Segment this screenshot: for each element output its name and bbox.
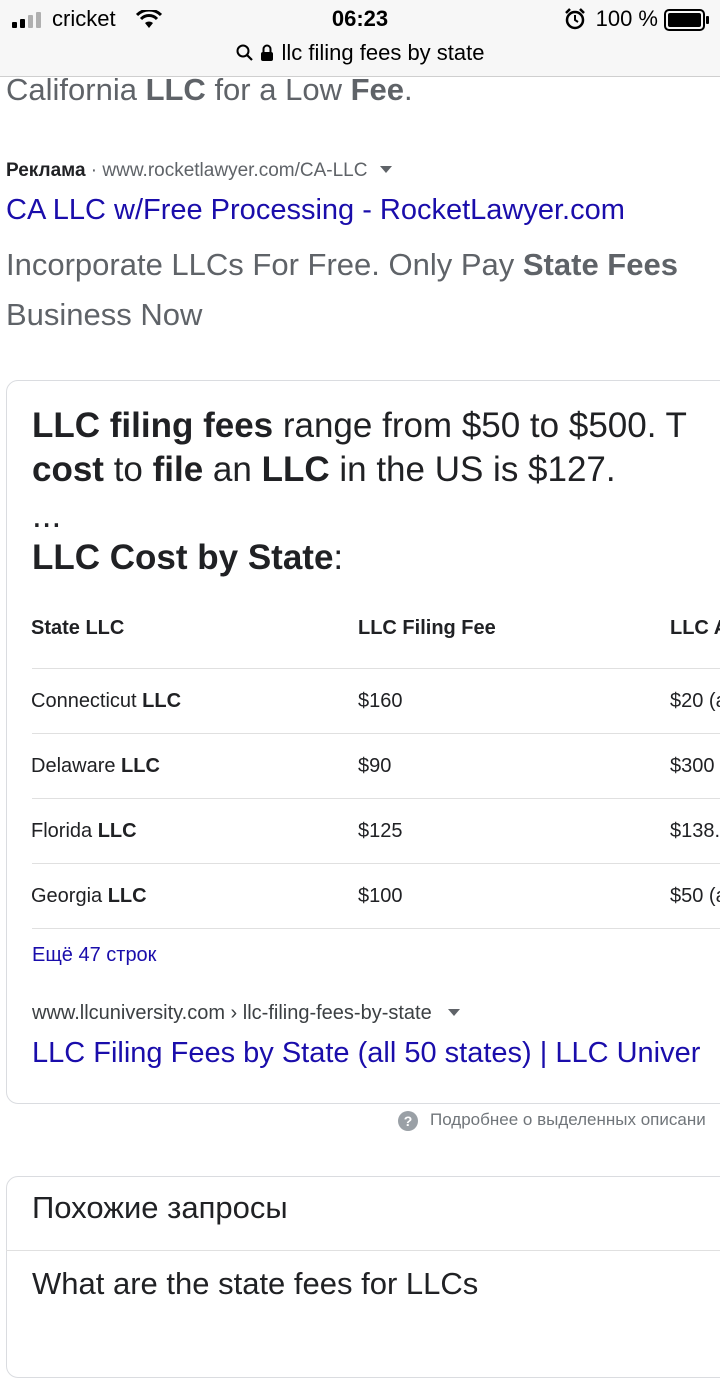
status-bar: cricket 06:23 100 % — [0, 0, 720, 40]
column-header-state: State LLC — [31, 617, 125, 639]
battery-icon — [664, 9, 709, 31]
table-row-fee: $100 — [358, 885, 403, 907]
table-row-state: Florida LLC — [31, 820, 137, 842]
ad-title-link[interactable]: CA LLC w/Free Processing - RocketLawyer.… — [6, 194, 625, 227]
table-row-state: Georgia LLC — [31, 885, 147, 907]
dropdown-arrow-icon[interactable] — [379, 165, 393, 175]
related-searches-title: Похожие запросы — [32, 1190, 288, 1225]
search-icon — [236, 44, 253, 61]
related-divider — [6, 1250, 720, 1251]
previous-result-snippet: California LLC for a Low Fee. — [6, 72, 413, 107]
ad-url[interactable]: www.rocketlawyer.com/CA-LLC — [102, 160, 367, 181]
table-row-fee: $160 — [358, 690, 403, 712]
more-rows-link[interactable]: Ещё 47 строк — [32, 944, 156, 967]
table-divider — [32, 928, 720, 929]
table-divider — [32, 798, 720, 799]
table-divider — [32, 863, 720, 864]
ad-header: Реклама · www.rocketlawyer.com/CA-LLC — [6, 160, 393, 182]
help-icon: ? — [398, 1110, 418, 1131]
table-row-fee: $125 — [358, 820, 403, 842]
about-featured-snippets[interactable]: ? Подробнее о выделенных описани — [398, 1110, 706, 1131]
lock-icon — [260, 44, 273, 61]
table-row-state: Connecticut LLC — [31, 690, 182, 712]
snippet-ellipsis: ... — [32, 496, 62, 535]
dropdown-arrow-icon[interactable] — [447, 1008, 461, 1018]
search-query: llc filing fees by state — [281, 40, 485, 65]
table-divider — [32, 733, 720, 734]
battery-percentage: 100 % — [595, 6, 658, 31]
table-row-state: Delaware LLC — [31, 755, 160, 777]
result-title-link[interactable]: LLC Filing Fees by State (all 50 states)… — [32, 1037, 700, 1070]
result-url: www.llcuniversity.com › llc-filing-fees-… — [32, 1002, 432, 1024]
table-row-annual: $20 (a — [670, 690, 720, 712]
related-search-item[interactable]: What are the state fees for LLCs — [32, 1266, 478, 1302]
ad-label: Реклама — [6, 160, 86, 181]
result-cite: www.llcuniversity.com › llc-filing-fees-… — [32, 1002, 461, 1025]
snippet-table-heading: LLC Cost by State: — [32, 538, 344, 577]
alarm-icon — [565, 8, 585, 30]
ad-description: Incorporate LLCs For Free. Only Pay Stat… — [6, 247, 678, 332]
column-header-filing-fee: LLC Filing Fee — [358, 617, 496, 639]
table-row-annual: $138. — [670, 820, 720, 842]
table-row-annual: $300 — [670, 755, 715, 777]
column-header-annual: LLC A — [670, 617, 720, 639]
snippet-summary: LLC filing fees range from $50 to $500. … — [32, 406, 687, 489]
table-divider — [32, 668, 720, 669]
table-row-fee: $90 — [358, 755, 392, 777]
table-row-annual: $50 (a — [670, 885, 720, 907]
address-text[interactable]: llc filing fees by state — [0, 40, 720, 66]
